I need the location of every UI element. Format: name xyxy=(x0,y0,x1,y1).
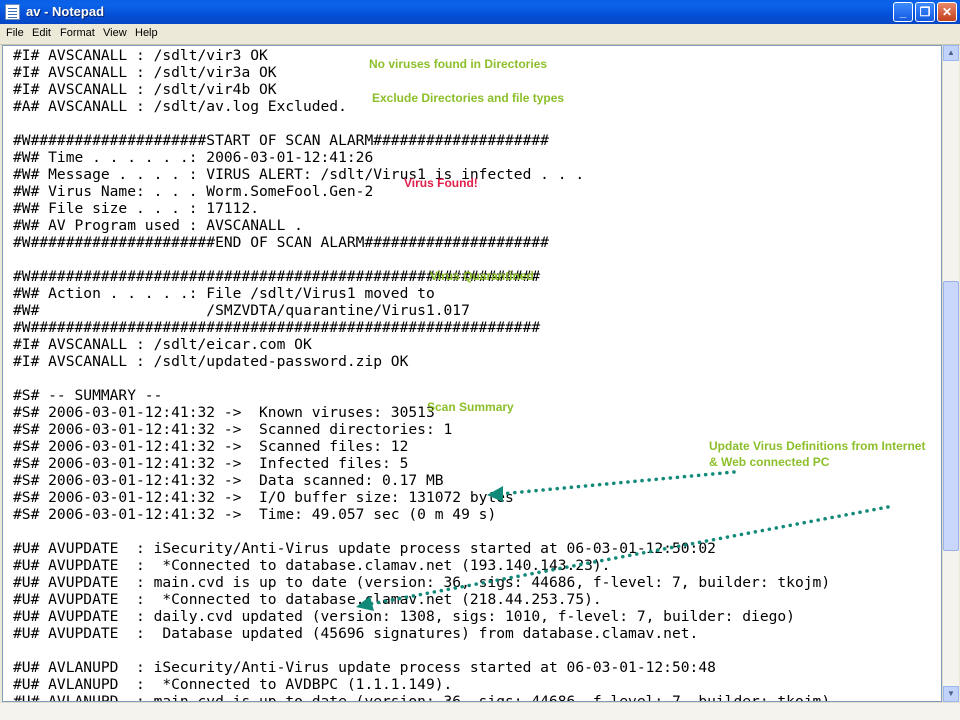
annotation-update-line2: & Web connected PC xyxy=(709,455,830,469)
minimize-icon: _ xyxy=(899,5,907,19)
text-line: #I# AVSCANALL : /sdlt/vir3a OK xyxy=(13,64,277,81)
text-line: #U# AVLANUPD : iSecurity/Anti-Virus upda… xyxy=(13,659,716,676)
menu-format[interactable]: Format xyxy=(60,27,95,39)
text-line: #U# AVUPDATE : *Connected to database.cl… xyxy=(13,591,602,608)
text-line: #W#####################END OF SCAN ALARM… xyxy=(13,234,549,251)
text-line: #W# File size . . . : 17112. xyxy=(13,200,260,217)
text-line: #W# AV Program used : AVSCANALL . xyxy=(13,217,303,234)
text-line: #A# AVSCANALL : /sdlt/av.log Excluded. xyxy=(13,98,347,115)
title-bar[interactable]: av - Notepad _ ❐ ✕ xyxy=(0,0,960,24)
text-line: #S# 2006-03-01-12:41:32 -> Scanned files… xyxy=(13,438,409,455)
text-line: #W# Virus Name: . . . Worm.SomeFool.Gen-… xyxy=(13,183,374,200)
window-title: av - Notepad xyxy=(26,4,105,19)
horizontal-scrollbar[interactable] xyxy=(0,702,960,720)
scroll-up-icon: ▲ xyxy=(947,48,955,57)
text-line: #U# AVLANUPD : *Connected to AVDBPC (1.1… xyxy=(13,676,453,693)
text-line: #S# 2006-03-01-12:41:32 -> Infected file… xyxy=(13,455,409,472)
text-line: #I# AVSCANALL : /sdlt/eicar.com OK xyxy=(13,336,312,353)
annotation-scan-summary: Scan Summary xyxy=(427,400,514,414)
text-line: #U# AVUPDATE : daily.cvd updated (versio… xyxy=(13,608,795,625)
scroll-thumb[interactable] xyxy=(943,281,959,552)
menu-file[interactable]: File xyxy=(6,27,24,39)
menu-bar: File Edit Format View Help xyxy=(0,24,960,45)
text-line: #W# Message . . . . : VIRUS ALERT: /sdlt… xyxy=(13,166,585,183)
text-line: #S# -- SUMMARY -- xyxy=(13,387,163,404)
vertical-scrollbar[interactable]: ▲ ▼ xyxy=(942,45,959,702)
annotation-virus-found: Virus Found! xyxy=(404,176,478,190)
annotation-no-viruses: No viruses found in Directories xyxy=(369,57,548,71)
maximize-button[interactable]: ❐ xyxy=(915,2,935,22)
menu-edit[interactable]: Edit xyxy=(32,27,51,39)
minimize-button[interactable]: _ xyxy=(893,2,913,22)
menu-help[interactable]: Help xyxy=(135,27,158,39)
scroll-up-button[interactable]: ▲ xyxy=(943,45,959,61)
text-line: #W######################################… xyxy=(13,319,541,336)
text-line: #S# 2006-03-01-12:41:32 -> Data scanned:… xyxy=(13,472,444,489)
text-line: #I# AVSCANALL : /sdlt/updated-password.z… xyxy=(13,353,409,370)
close-icon: ✕ xyxy=(941,5,953,19)
text-line: #U# AVUPDATE : *Connected to database.cl… xyxy=(13,557,611,574)
text-line: #W####################START OF SCAN ALAR… xyxy=(13,132,549,149)
text-line: #U# AVUPDATE : Database updated (45696 s… xyxy=(13,625,699,642)
maximize-icon: ❐ xyxy=(919,5,931,19)
text-line: #U# AVLANUPD : main.cvd is up to date (v… xyxy=(13,693,831,702)
text-line: #W# Time . . . . . .: 2006-03-01-12:41:2… xyxy=(13,149,374,166)
text-line: #W# /SMZVDTA/quarantine/Virus1.017 xyxy=(13,302,470,319)
text-editor[interactable]: #I# AVSCANALL : /sdlt/vir3 OK #I# AVSCANA… xyxy=(2,45,942,702)
text-line: #I# AVSCANALL : /sdlt/vir3 OK xyxy=(13,47,268,64)
text-line: #S# 2006-03-01-12:41:32 -> Scanned direc… xyxy=(13,421,453,438)
scroll-down-button[interactable]: ▼ xyxy=(943,686,959,702)
text-line: #S# 2006-03-01-12:41:32 -> Time: 49.057 … xyxy=(13,506,497,523)
annotation-update-line1: Update Virus Definitions from Internet xyxy=(709,439,926,453)
annotation-exclude: Exclude Directories and file types xyxy=(372,91,565,105)
text-line: #I# AVSCANALL : /sdlt/vir4b OK xyxy=(13,81,277,98)
text-line: #U# AVUPDATE : iSecurity/Anti-Virus upda… xyxy=(13,540,716,557)
close-button[interactable]: ✕ xyxy=(937,2,957,22)
text-line: #W# Action . . . . .: File /sdlt/Virus1 … xyxy=(13,285,435,302)
menu-view[interactable]: View xyxy=(103,27,127,39)
text-line: #S# 2006-03-01-12:41:32 -> I/O buffer si… xyxy=(13,489,514,506)
scroll-down-icon: ▼ xyxy=(947,689,955,698)
text-line: #S# 2006-03-01-12:41:32 -> Known viruses… xyxy=(13,404,435,421)
annotation-quarantined: Virus Quarantined xyxy=(430,269,534,283)
notepad-icon[interactable] xyxy=(5,4,20,20)
text-line: #U# AVUPDATE : main.cvd is up to date (v… xyxy=(13,574,831,591)
